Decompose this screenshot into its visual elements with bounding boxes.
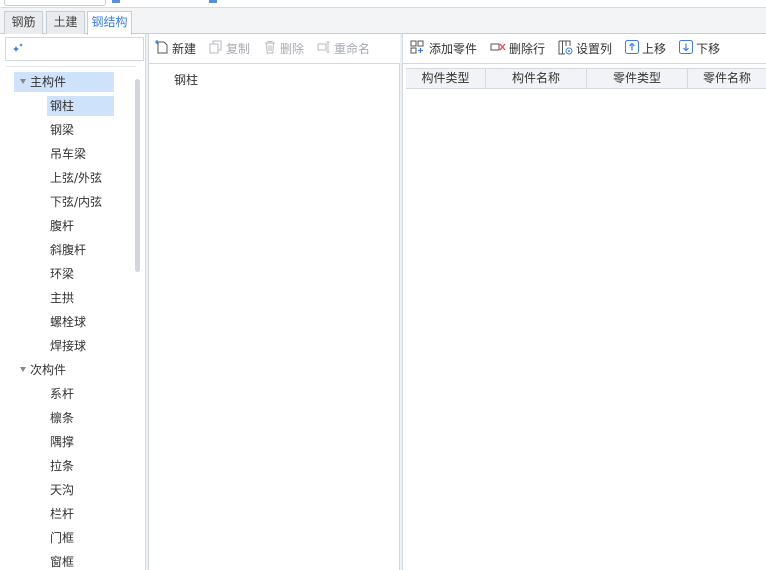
tree-item[interactable]: 栏杆 — [47, 504, 114, 524]
component-tree: 主构件钢柱钢梁吊车梁上弦/外弦下弦/内弦腹杆斜腹杆环梁主拱螺栓球焊接球次构件系杆… — [6, 66, 140, 570]
rename-button[interactable]: 重命名 — [311, 34, 377, 64]
category-tree-panel: 主构件钢柱钢梁吊车梁上弦/外弦下弦/内弦腹杆斜腹杆环梁主拱螺栓球焊接球次构件系杆… — [0, 34, 146, 570]
tree-item[interactable]: 环梁 — [47, 264, 114, 284]
tree-item[interactable]: 天沟 — [47, 480, 114, 500]
tree-item[interactable]: 拉条 — [47, 456, 114, 476]
new-file-icon — [155, 39, 172, 58]
delete-row-button-label: 删除行 — [509, 42, 546, 56]
copy-icon — [209, 40, 226, 57]
category-tab-bar: 钢筋 土建 钢结构 — [0, 8, 766, 35]
tree-toolbar — [5, 37, 144, 61]
tree-item[interactable]: 檩条 — [47, 408, 114, 428]
tree-item[interactable]: 焊接球 — [47, 336, 114, 356]
top-strip — [0, 0, 766, 8]
tree-group-label: 次构件 — [30, 363, 67, 377]
tree-item[interactable]: 斜腹杆 — [47, 240, 114, 260]
tab-civil[interactable]: 土建 — [46, 11, 85, 34]
sparkle-icon[interactable] — [11, 42, 25, 56]
arrow-down-icon — [679, 40, 696, 57]
tree-group[interactable]: 主构件 — [14, 72, 114, 92]
new-button-label: 新建 — [172, 42, 197, 56]
copy-button[interactable]: 复制 — [203, 34, 257, 64]
columns-icon — [558, 40, 576, 58]
tree-item[interactable]: 钢梁 — [47, 120, 114, 140]
arrow-up-icon — [625, 40, 642, 57]
tree-item[interactable]: 吊车梁 — [47, 144, 114, 164]
tree-item[interactable]: 主拱 — [47, 288, 114, 308]
add-part-icon — [410, 40, 429, 57]
tree-item[interactable]: 腹杆 — [47, 216, 114, 236]
grid-header: 构件类型 构件名称 零件类型 零件名称 — [406, 69, 766, 89]
component-toolbar: 新建 复制 删除 重命名 — [149, 34, 400, 64]
list-item[interactable]: 钢柱 — [165, 70, 285, 90]
component-list-panel: 新建 复制 删除 重命名 钢柱 — [148, 34, 400, 570]
tree-group[interactable]: 次构件 — [14, 360, 114, 380]
tree-item[interactable]: 螺栓球 — [47, 312, 114, 332]
caret-down-icon[interactable] — [20, 367, 26, 372]
tree-item[interactable]: 隅撑 — [47, 432, 114, 452]
grid-column-header[interactable]: 零件类型 — [587, 69, 688, 89]
tab-steel-structure[interactable]: 钢结构 — [87, 11, 132, 35]
caret-down-icon[interactable] — [20, 79, 26, 84]
parts-toolbar: 添加零件 删除行 设置列 上移 下移 — [403, 34, 766, 64]
rename-button-label: 重命名 — [334, 42, 371, 56]
top-icon-fragment — [112, 0, 120, 3]
parts-panel: 添加零件 删除行 设置列 上移 下移 构件类型 构件名称 零件类型 零件名称 — [402, 34, 766, 570]
copy-button-label: 复制 — [226, 42, 251, 56]
tree-item[interactable]: 系杆 — [47, 384, 114, 404]
rename-icon — [317, 40, 334, 57]
component-list: 钢柱 — [149, 64, 400, 570]
tree-item[interactable]: 门框 — [47, 528, 114, 548]
add-part-button-label: 添加零件 — [429, 42, 478, 56]
tab-rebar[interactable]: 钢筋 — [4, 11, 43, 34]
tree-group-label: 主构件 — [30, 75, 67, 89]
grid-column-header[interactable]: 构件名称 — [486, 69, 587, 89]
new-button[interactable]: 新建 — [149, 34, 203, 64]
trash-icon — [263, 40, 280, 57]
grid-column-header[interactable]: 零件名称 — [688, 69, 766, 89]
set-columns-button-label: 设置列 — [576, 42, 613, 56]
top-icon-fragment — [209, 0, 217, 3]
move-up-button-label: 上移 — [642, 42, 667, 56]
tree-scrollbar[interactable] — [135, 79, 140, 272]
grid-column-header[interactable]: 构件类型 — [406, 69, 486, 89]
delete-row-icon — [490, 40, 509, 57]
move-down-button[interactable]: 下移 — [673, 34, 727, 64]
move-up-button[interactable]: 上移 — [619, 34, 673, 64]
parts-grid: 构件类型 构件名称 零件类型 零件名称 — [406, 68, 766, 570]
delete-button[interactable]: 删除 — [257, 34, 311, 64]
tree-item[interactable]: 上弦/外弦 — [47, 168, 114, 188]
move-down-button-label: 下移 — [696, 42, 721, 56]
tree-item[interactable]: 下弦/内弦 — [47, 192, 114, 212]
add-part-button[interactable]: 添加零件 — [403, 34, 484, 64]
delete-row-button[interactable]: 删除行 — [484, 34, 552, 64]
tree-item[interactable]: 窗框 — [47, 552, 114, 570]
set-columns-button[interactable]: 设置列 — [552, 34, 619, 64]
delete-button-label: 删除 — [280, 42, 305, 56]
top-input-fragment[interactable] — [4, 0, 106, 6]
tree-item[interactable]: 钢柱 — [47, 96, 114, 116]
